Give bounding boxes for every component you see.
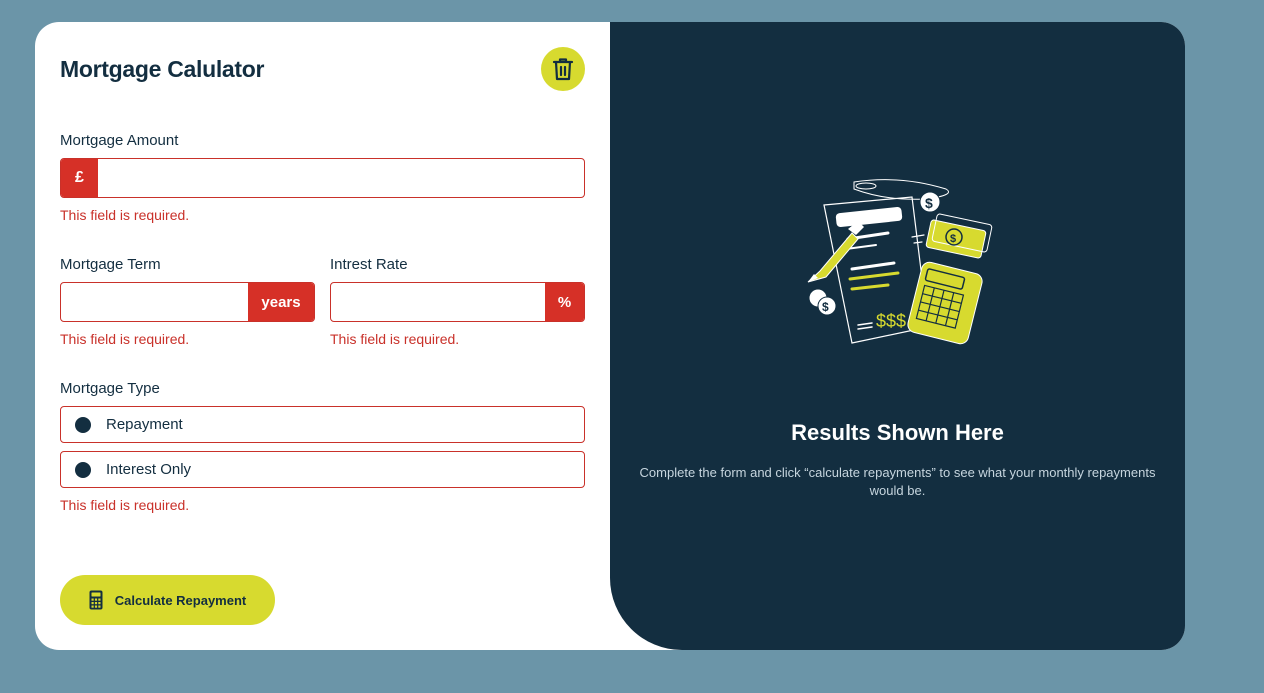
radio-repayment[interactable]: Repayment xyxy=(60,406,585,443)
mortgage-calculator-card: Mortgage Calulator Mortgage Amount £ Thi… xyxy=(35,22,1185,650)
type-label: Mortgage Type xyxy=(60,380,160,397)
term-suffix: years xyxy=(248,283,314,321)
calculate-button-label: Calculate Repayment xyxy=(114,592,247,608)
type-error: This field is required. xyxy=(60,497,190,513)
form-pane: Mortgage Calulator Mortgage Amount £ Thi… xyxy=(35,22,610,650)
rate-field: % xyxy=(330,282,585,322)
calculator-icon xyxy=(89,590,103,610)
radio-indicator xyxy=(75,461,91,478)
term-input[interactable] xyxy=(61,283,248,321)
results-pane: $$$ $ $ $ Results Shown Here Complete th… xyxy=(610,22,1185,650)
amount-error: This field is required. xyxy=(60,207,190,223)
radio-label-interest-only: Interest Only xyxy=(106,461,192,478)
term-field: years xyxy=(60,282,315,322)
amount-field: £ xyxy=(60,158,585,198)
rate-input[interactable] xyxy=(331,283,545,321)
currency-prefix: £ xyxy=(61,159,98,197)
svg-text:$: $ xyxy=(822,300,829,314)
rate-suffix: % xyxy=(545,283,584,321)
term-error: This field is required. xyxy=(60,331,190,347)
results-title: Results Shown Here xyxy=(791,420,1004,445)
radio-indicator xyxy=(75,416,91,433)
trash-icon xyxy=(552,57,574,81)
term-label: Mortgage Term xyxy=(60,256,161,273)
rate-label: Intrest Rate xyxy=(330,256,408,273)
radio-label-repayment: Repayment xyxy=(106,416,183,433)
radio-interest-only[interactable]: Interest Only xyxy=(60,451,585,488)
calculate-repayment-button[interactable]: Calculate Repayment xyxy=(60,575,275,625)
amount-label: Mortgage Amount xyxy=(60,132,179,149)
svg-text:$: $ xyxy=(925,195,933,211)
page-title: Mortgage Calulator xyxy=(60,56,265,82)
svg-text:$$$: $$$ xyxy=(876,311,906,331)
results-description: Complete the form and click “calculate r… xyxy=(639,465,1156,498)
amount-input[interactable] xyxy=(98,159,584,197)
empty-results-illustration: $$$ $ $ $ xyxy=(806,177,996,349)
rate-error: This field is required. xyxy=(330,331,460,347)
svg-text:$: $ xyxy=(950,233,956,245)
clear-all-button[interactable] xyxy=(541,47,585,91)
